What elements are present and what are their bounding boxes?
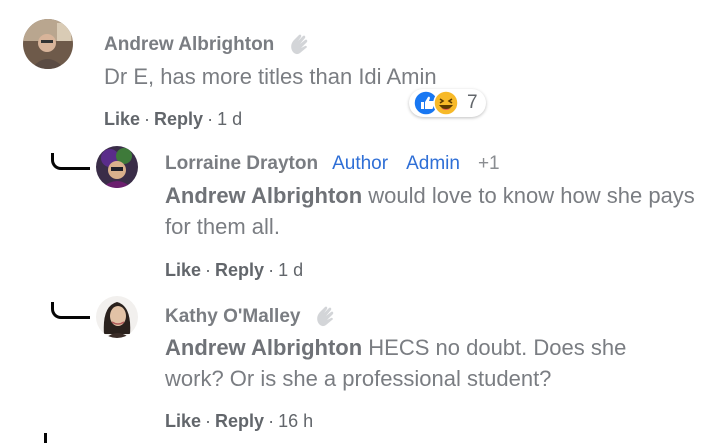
comment-text: Dr E, has more titles than Idi Amin [104, 64, 437, 89]
comment-actions: Like · Reply · 1 d [104, 108, 242, 130]
reply-author-name[interactable]: Kathy O'Malley [165, 305, 300, 329]
mention-link[interactable]: Andrew Albrighton [165, 335, 362, 360]
admin-badge: Admin [406, 153, 460, 174]
reply-actions: Like · Reply · 16 h [165, 410, 313, 432]
reply-button[interactable]: Reply [215, 260, 264, 280]
reply-button[interactable]: Reply [154, 109, 203, 129]
haha-reaction-icon [433, 90, 459, 116]
reply-button[interactable]: Reply [215, 411, 264, 431]
timestamp[interactable]: 1 d [278, 260, 303, 280]
more-badges[interactable]: +1 [478, 152, 500, 176]
reply-text: Andrew Albrighton would love to know how… [165, 180, 695, 242]
next-reply-connector [44, 433, 47, 443]
reply-actions: Like · Reply · 1 d [165, 259, 303, 281]
author-badge: Author [332, 153, 389, 174]
separator: · [268, 260, 275, 280]
like-button[interactable]: Like [104, 109, 140, 129]
reply-connector [51, 302, 90, 319]
reply-connector [51, 153, 90, 170]
timestamp[interactable]: 16 h [278, 411, 313, 431]
like-button[interactable]: Like [165, 411, 201, 431]
avatar[interactable] [96, 296, 138, 338]
like-button[interactable]: Like [165, 260, 201, 280]
avatar[interactable] [23, 19, 73, 69]
separator: · [144, 109, 151, 129]
mention-link[interactable]: Andrew Albrighton [165, 183, 362, 208]
separator: · [207, 109, 214, 129]
avatar[interactable] [96, 146, 138, 188]
separator: · [268, 411, 275, 431]
timestamp[interactable]: 1 d [217, 109, 242, 129]
reply-author-name[interactable]: Lorraine Drayton [165, 152, 318, 176]
reactions-summary[interactable]: 7 [409, 89, 486, 117]
reaction-icons [413, 90, 459, 116]
reaction-count: 7 [467, 92, 478, 113]
wave-icon [286, 32, 312, 58]
wave-icon [312, 304, 338, 330]
separator: · [205, 411, 212, 431]
comment-author-name[interactable]: Andrew Albrighton [104, 33, 274, 57]
separator: · [205, 260, 212, 280]
reply-text: Andrew Albrighton HECS no doubt. Does sh… [165, 332, 685, 394]
